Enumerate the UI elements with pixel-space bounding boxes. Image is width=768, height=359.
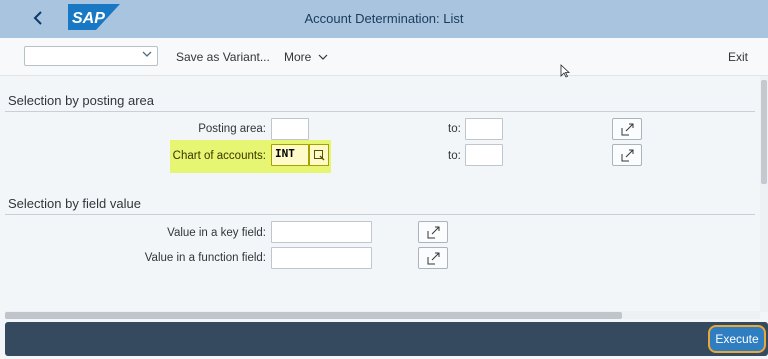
chart-of-accounts-to-input[interactable] <box>465 144 503 166</box>
chart-of-accounts-to-label: to: <box>448 150 461 162</box>
horizontal-scrollbar-thumb[interactable] <box>5 312 622 319</box>
chevron-left-icon <box>33 11 42 25</box>
posting-area-to-label: to: <box>448 123 461 135</box>
function-field-label: Value in a function field: <box>144 252 266 264</box>
key-field-multiple-selection-button[interactable] <box>418 221 448 243</box>
execute-button[interactable]: Execute <box>708 325 766 353</box>
value-help-button[interactable] <box>309 144 329 166</box>
chevron-down-icon <box>318 54 328 60</box>
value-help-icon <box>314 150 325 161</box>
vertical-scrollbar-thumb[interactable] <box>761 80 767 184</box>
posting-area-from-input[interactable] <box>271 118 309 140</box>
sap-logo[interactable]: SAP <box>68 4 120 30</box>
posting-area-label: Posting area: <box>198 123 266 135</box>
section-title-field-value: Selection by field value <box>8 196 141 211</box>
more-label: More <box>284 50 312 64</box>
function-field-input[interactable] <box>271 247 372 269</box>
multiple-selection-icon <box>621 123 634 136</box>
chevron-down-icon <box>141 49 153 63</box>
variant-select[interactable] <box>24 46 158 66</box>
multiple-selection-icon <box>427 252 440 265</box>
chart-of-accounts-multiple-selection-button[interactable] <box>612 144 642 166</box>
multiple-selection-icon <box>427 226 440 239</box>
function-field-multiple-selection-button[interactable] <box>418 247 448 269</box>
toolbar: Save as Variant... More Exit <box>0 38 768 76</box>
chart-of-accounts-label: Chart of accounts: <box>172 150 266 162</box>
key-field-input[interactable] <box>271 221 372 243</box>
posting-area-to-input[interactable] <box>465 118 503 140</box>
chart-of-accounts-from-input[interactable]: INT <box>271 144 309 166</box>
mouse-cursor-icon <box>560 64 570 78</box>
multiple-selection-icon <box>621 149 634 162</box>
logo-text: SAP <box>72 10 105 27</box>
divider <box>5 214 755 215</box>
posting-area-multiple-selection-button[interactable] <box>612 118 642 140</box>
back-button[interactable] <box>28 7 50 29</box>
save-as-variant-button[interactable]: Save as Variant... <box>176 50 270 64</box>
footer-bar <box>5 322 768 356</box>
divider <box>5 111 755 112</box>
section-title-posting-area: Selection by posting area <box>8 93 154 108</box>
key-field-label: Value in a key field: <box>167 227 266 239</box>
shell-bar: SAP Account Determination: List <box>0 0 768 38</box>
more-button[interactable]: More <box>284 50 328 64</box>
exit-button[interactable]: Exit <box>728 50 748 64</box>
